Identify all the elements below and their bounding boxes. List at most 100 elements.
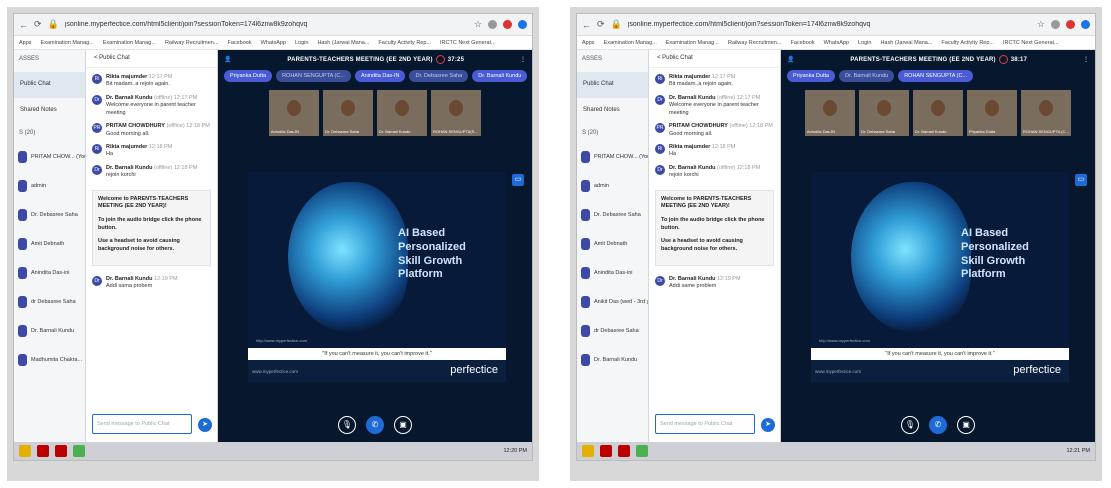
more-icon[interactable]: ⋮ — [1083, 56, 1089, 63]
address-bar[interactable]: ← ⟳ 🔒 jsonline.myperfectice.com/html5cli… — [14, 14, 532, 36]
folder-icon[interactable] — [582, 445, 594, 457]
user-list-item[interactable]: Dr. Debasree Saha — [577, 200, 648, 229]
folder-icon[interactable] — [19, 445, 31, 457]
profile-icon[interactable] — [518, 20, 527, 29]
chat-input[interactable]: Send message to Public Chat — [655, 414, 755, 434]
fullscreen-button[interactable]: ▭ — [512, 174, 524, 186]
bookmark-item[interactable]: Faculty Activity Rep... — [941, 40, 994, 46]
bookmark-item[interactable]: Login — [858, 40, 871, 46]
app-icon[interactable] — [55, 445, 67, 457]
presenter-chip[interactable]: Priyanka Dutta — [787, 70, 836, 82]
phone-icon[interactable]: ✆ — [366, 416, 384, 434]
bookmark-item[interactable]: WhatsApp — [824, 40, 849, 46]
video-tile[interactable]: ROHAN SENGUPTA (C... — [1021, 90, 1071, 136]
mic-icon[interactable]: 🎙 — [338, 416, 356, 434]
bookmark-item[interactable]: IRCTC Next Generat... — [1003, 40, 1059, 46]
sidebar-item-shared-notes[interactable]: Shared Notes — [577, 98, 648, 124]
more-icon[interactable]: ⋮ — [520, 56, 526, 63]
reload-icon[interactable]: ⟳ — [34, 19, 42, 30]
user-list-item[interactable]: Dr. Barnali Kundu — [14, 316, 85, 345]
extension-icon[interactable] — [488, 20, 497, 29]
camera-icon[interactable]: ▣ — [957, 416, 975, 434]
star-icon[interactable]: ☆ — [1037, 19, 1045, 30]
record-icon[interactable] — [998, 54, 1008, 64]
extension-icon[interactable] — [1066, 20, 1075, 29]
user-list-item[interactable]: dr Debasree Saha — [577, 316, 648, 345]
bookmark-item[interactable]: Login — [295, 40, 308, 46]
bookmark-item[interactable]: Hash (Jarwai Mana... — [880, 40, 932, 46]
chrome-icon[interactable] — [636, 445, 648, 457]
send-button[interactable]: ➤ — [198, 418, 212, 432]
record-icon[interactable] — [435, 54, 445, 64]
user-list-item[interactable]: Dr. Debasree Saha — [14, 200, 85, 229]
user-list-item[interactable]: admin — [577, 171, 648, 200]
bookmark-item[interactable]: Examination Manag... — [41, 40, 94, 46]
presenter-chip[interactable]: Priyanka Dutta — [224, 70, 273, 82]
video-tile[interactable]: Anindita Das-IN — [805, 90, 855, 136]
extension-icon[interactable] — [503, 20, 512, 29]
back-icon[interactable]: ← — [582, 20, 591, 30]
user-list-item[interactable]: Anikit Das (wed - 3rd y... — [577, 287, 648, 316]
presenter-chip[interactable]: Anindita Das-IN — [354, 70, 406, 82]
bookmark-item[interactable]: Facebook — [227, 40, 251, 46]
chat-title[interactable]: < Public Chat — [649, 50, 780, 68]
user-list-item[interactable]: PRITAM CHOW... (You) — [577, 142, 648, 171]
user-list-item[interactable]: Amit Debnath — [14, 229, 85, 258]
presenter-chip[interactable]: ROHAN SENGUPTA (C... — [276, 70, 351, 82]
app-icon[interactable] — [600, 445, 612, 457]
app-icon[interactable] — [618, 445, 630, 457]
bookmark-item[interactable]: Examination Manag... — [604, 40, 657, 46]
sidebar-item-public-chat[interactable]: Public Chat — [577, 72, 648, 98]
star-icon[interactable]: ☆ — [474, 19, 482, 30]
presenter-chip[interactable]: Dr. Barnali Kundu — [472, 70, 528, 82]
presenter-chip[interactable]: Dr. Barnali Kundu — [839, 70, 895, 82]
video-tile[interactable]: ROHAN SENGUPTA(S... — [431, 90, 481, 136]
profile-icon[interactable] — [1081, 20, 1090, 29]
sidebar-item-shared-notes[interactable]: Shared Notes — [14, 98, 85, 124]
chat-input[interactable]: Send message to Public Chat — [92, 414, 192, 434]
bookmark-item[interactable]: Faculty Activity Rep... — [378, 40, 431, 46]
bookmark-item[interactable]: Apps — [19, 40, 32, 46]
bookmark-item[interactable]: IRCTC Next Generat... — [440, 40, 496, 46]
user-list-item[interactable]: Madhumita Chakra... — [14, 345, 85, 374]
video-tile[interactable]: Dr. Barnali Kundu — [913, 90, 963, 136]
user-list-item[interactable]: Dr. Barnali Kundu — [577, 345, 648, 374]
user-list-item[interactable]: Anindita Das-ini — [14, 258, 85, 287]
user-icon[interactable]: 👤 — [224, 56, 231, 63]
video-tile[interactable]: Dr. Debasree Saha — [859, 90, 909, 136]
user-icon[interactable]: 👤 — [787, 56, 794, 63]
bookmark-item[interactable]: Apps — [582, 40, 595, 46]
presenter-chip[interactable]: Dr. Debasree Saha — [409, 70, 469, 82]
chrome-icon[interactable] — [73, 445, 85, 457]
bookmark-item[interactable]: Facebook — [790, 40, 814, 46]
mic-icon[interactable]: 🎙 — [901, 416, 919, 434]
app-icon[interactable] — [37, 445, 49, 457]
user-list-item[interactable]: admin — [14, 171, 85, 200]
chat-title[interactable]: < Public Chat — [86, 50, 217, 68]
bookmark-item[interactable]: Examination Manag... — [103, 40, 156, 46]
video-tile[interactable]: Dr. Debasree Saha — [323, 90, 373, 136]
video-tile[interactable]: Priyanka Dutta — [967, 90, 1017, 136]
user-list-item[interactable]: Amit Debnath — [577, 229, 648, 258]
video-tile[interactable]: Anindita Das-IN — [269, 90, 319, 136]
extension-icon[interactable] — [1051, 20, 1060, 29]
presenter-chip[interactable]: ROHAN SENGUPTA (C... — [898, 70, 974, 82]
video-tile[interactable]: Dr. Barnali Kundu — [377, 90, 427, 136]
send-button[interactable]: ➤ — [761, 418, 775, 432]
user-list-item[interactable]: PRITAM CHOW... (You) — [14, 142, 85, 171]
url-text[interactable]: jsonline.myperfectice.com/html5client/jo… — [65, 21, 468, 28]
bookmark-item[interactable]: Railway Recruitmen... — [728, 40, 782, 46]
url-text[interactable]: jsonline.myperfectice.com/html5client/jo… — [628, 21, 1031, 28]
camera-icon[interactable]: ▣ — [394, 416, 412, 434]
reload-icon[interactable]: ⟳ — [597, 19, 605, 30]
bookmark-item[interactable]: WhatsApp — [261, 40, 286, 46]
bookmark-item[interactable]: Examination Manag... — [666, 40, 719, 46]
bookmark-item[interactable]: Railway Recruitmen... — [165, 40, 219, 46]
sidebar-item-public-chat[interactable]: Public Chat — [14, 72, 85, 98]
phone-icon[interactable]: ✆ — [929, 416, 947, 434]
fullscreen-button[interactable]: ▭ — [1075, 174, 1087, 186]
user-list-item[interactable]: Anindita Das-ini — [577, 258, 648, 287]
address-bar[interactable]: ← ⟳ 🔒 jsonline.myperfectice.com/html5cli… — [577, 14, 1095, 36]
back-icon[interactable]: ← — [19, 20, 28, 30]
user-list-item[interactable]: dr Debasree Saha — [14, 287, 85, 316]
